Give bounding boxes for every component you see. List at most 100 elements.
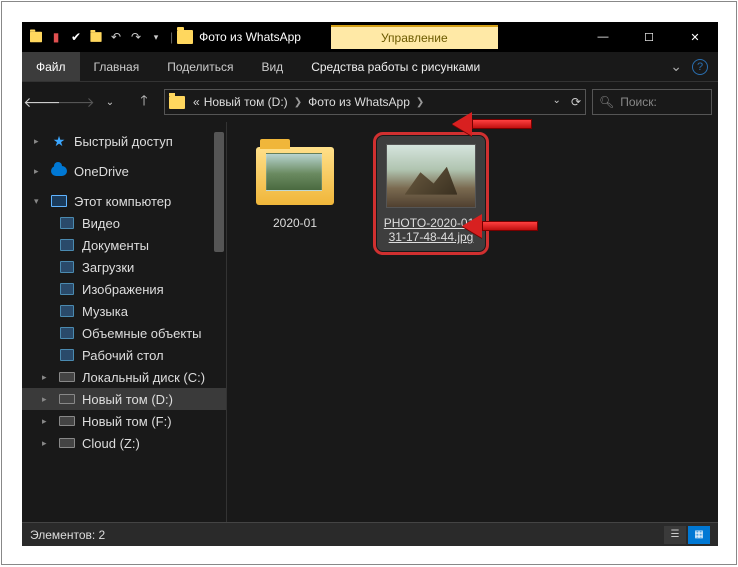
statusbar: Элементов: 2 ☰ ▦ <box>22 522 718 546</box>
sidebar-item-music[interactable]: Музыка <box>22 300 226 322</box>
chevron-right-icon[interactable]: ▸ <box>42 394 52 405</box>
breadcrumb-1[interactable]: Новый том (D:) <box>202 95 290 109</box>
qat-dropdown-icon[interactable]: ▾ <box>148 29 164 45</box>
ribbon-collapse-icon[interactable]: ⌄ <box>670 58 682 75</box>
star-icon: ★ <box>50 133 68 149</box>
chevron-down-icon[interactable]: ▾ <box>34 196 44 207</box>
scrollbar-thumb[interactable] <box>214 132 224 252</box>
contextual-tab-header: Управление <box>331 25 498 49</box>
chevron-right-icon[interactable]: ▸ <box>42 438 52 449</box>
sidebar-item-drive-z[interactable]: ▸ Cloud (Z:) <box>22 432 226 454</box>
qat-properties-icon[interactable]: ▮ <box>48 29 64 45</box>
sidebar-item-label: Музыка <box>82 304 128 319</box>
refresh-icon[interactable]: ⟳ <box>571 95 581 109</box>
sidebar-item-documents[interactable]: Документы <box>22 234 226 256</box>
breadcrumb-prefix: « <box>191 95 202 109</box>
chevron-right-icon[interactable]: ▸ <box>42 416 52 427</box>
minimize-button[interactable]: — <box>580 22 626 52</box>
tab-view[interactable]: Вид <box>247 52 297 81</box>
sidebar-item-label: Cloud (Z:) <box>82 436 140 451</box>
drive-icon <box>58 413 76 429</box>
search-input[interactable]: 🔍︎ Поиск: <box>592 89 712 115</box>
view-details-button[interactable]: ☰ <box>664 526 686 544</box>
maximize-button[interactable]: ☐ <box>626 22 672 52</box>
sidebar-item-label: Новый том (F:) <box>82 414 172 429</box>
sidebar-quick-access[interactable]: ▸ ★ Быстрый доступ <box>22 130 226 152</box>
folder-icon <box>58 347 76 363</box>
chevron-right-icon[interactable]: ❯ <box>412 97 428 108</box>
list-item[interactable]: 2020-01 <box>241 136 349 236</box>
item-count: Элементов: 2 <box>30 528 105 542</box>
search-icon: 🔍︎ <box>599 95 614 109</box>
explorer-window: ▮ ✔ ↶ ↷ ▾ | Фото из WhatsApp Управление … <box>22 22 718 546</box>
sidebar-item-label: Загрузки <box>82 260 134 275</box>
sidebar-item-drive-d[interactable]: ▸ Новый том (D:) <box>22 388 226 410</box>
nav-back-button[interactable]: 🡐 <box>28 88 56 116</box>
ribbon: Файл Главная Поделиться Вид Средства раб… <box>22 52 718 82</box>
sidebar-item-3dobjects[interactable]: Объемные объекты <box>22 322 226 344</box>
sidebar-item-label: Локальный диск (C:) <box>82 370 205 385</box>
close-button[interactable]: ✕ <box>672 22 718 52</box>
sidebar-item-label: Новый том (D:) <box>82 392 173 407</box>
cloud-icon <box>50 163 68 179</box>
chevron-right-icon[interactable]: ▸ <box>34 166 44 177</box>
annotation-arrow <box>462 214 538 238</box>
tab-home[interactable]: Главная <box>80 52 154 81</box>
titlebar: ▮ ✔ ↶ ↷ ▾ | Фото из WhatsApp Управление … <box>22 22 718 52</box>
sidebar-item-drive-c[interactable]: ▸ Локальный диск (C:) <box>22 366 226 388</box>
tab-file[interactable]: Файл <box>22 52 80 81</box>
qat-check-icon[interactable]: ✔ <box>68 29 84 45</box>
folder-icon <box>256 147 334 205</box>
sidebar-item-pictures[interactable]: Изображения <box>22 278 226 300</box>
sidebar-item-label: Документы <box>82 238 149 253</box>
folder-icon <box>58 303 76 319</box>
nav-forward-button[interactable]: 🡒 <box>62 88 90 116</box>
sidebar-item-label: Видео <box>82 216 120 231</box>
file-list-pane[interactable]: 2020-01 PHOTO-2020-01-31-17-48-44.jpg <box>227 122 718 522</box>
folder-small-icon <box>28 29 44 45</box>
sidebar-item-label: Изображения <box>82 282 164 297</box>
drive-icon <box>58 369 76 385</box>
folder-icon <box>58 325 76 341</box>
chevron-right-icon[interactable]: ▸ <box>34 136 44 147</box>
tab-picture-tools[interactable]: Средства работы с рисунками <box>297 52 494 81</box>
navigation-pane: ▸ ★ Быстрый доступ ▸ OneDrive ▾ Этот ком… <box>22 122 227 522</box>
sidebar-item-label: Быстрый доступ <box>74 134 173 149</box>
view-icons-button[interactable]: ▦ <box>688 526 710 544</box>
qat-redo-icon[interactable]: ↷ <box>128 29 144 45</box>
qat-newfolder-icon[interactable] <box>88 29 104 45</box>
folder-icon <box>58 259 76 275</box>
address-dropdown-icon[interactable]: ⌄ <box>553 95 561 109</box>
sidebar-item-label: Объемные объекты <box>82 326 202 341</box>
sidebar-item-label: Этот компьютер <box>74 194 171 209</box>
window-title: Фото из WhatsApp <box>199 30 301 44</box>
sidebar-item-desktop[interactable]: Рабочий стол <box>22 344 226 366</box>
chevron-right-icon[interactable]: ❯ <box>290 97 306 108</box>
breadcrumb-2[interactable]: Фото из WhatsApp <box>306 95 412 109</box>
sidebar-item-downloads[interactable]: Загрузки <box>22 256 226 278</box>
tab-share[interactable]: Поделиться <box>153 52 247 81</box>
sidebar-item-drive-f[interactable]: ▸ Новый том (F:) <box>22 410 226 432</box>
drive-icon <box>58 391 76 407</box>
nav-up-button[interactable]: 🡑 <box>130 88 158 116</box>
address-row: 🡐 🡒 ⌄ 🡑 « Новый том (D:) ❯ Фото из Whats… <box>22 82 718 122</box>
folder-icon <box>58 281 76 297</box>
sidebar-item-label: Рабочий стол <box>82 348 164 363</box>
sidebar-item-videos[interactable]: Видео <box>22 212 226 234</box>
folder-icon <box>58 215 76 231</box>
pc-icon <box>50 193 68 209</box>
window-folder-icon <box>177 30 193 44</box>
address-folder-icon <box>169 96 185 109</box>
help-icon[interactable]: ? <box>692 59 708 75</box>
drive-icon <box>58 435 76 451</box>
sidebar-this-pc[interactable]: ▾ Этот компьютер <box>22 190 226 212</box>
qat-undo-icon[interactable]: ↶ <box>108 29 124 45</box>
folder-icon <box>58 237 76 253</box>
sidebar-onedrive[interactable]: ▸ OneDrive <box>22 160 226 182</box>
annotation-arrow <box>452 112 532 136</box>
chevron-right-icon[interactable]: ▸ <box>42 372 52 383</box>
sidebar-item-label: OneDrive <box>74 164 129 179</box>
item-label: 2020-01 <box>273 216 317 230</box>
nav-recent-dropdown[interactable]: ⌄ <box>96 88 124 116</box>
image-thumbnail <box>386 144 476 208</box>
